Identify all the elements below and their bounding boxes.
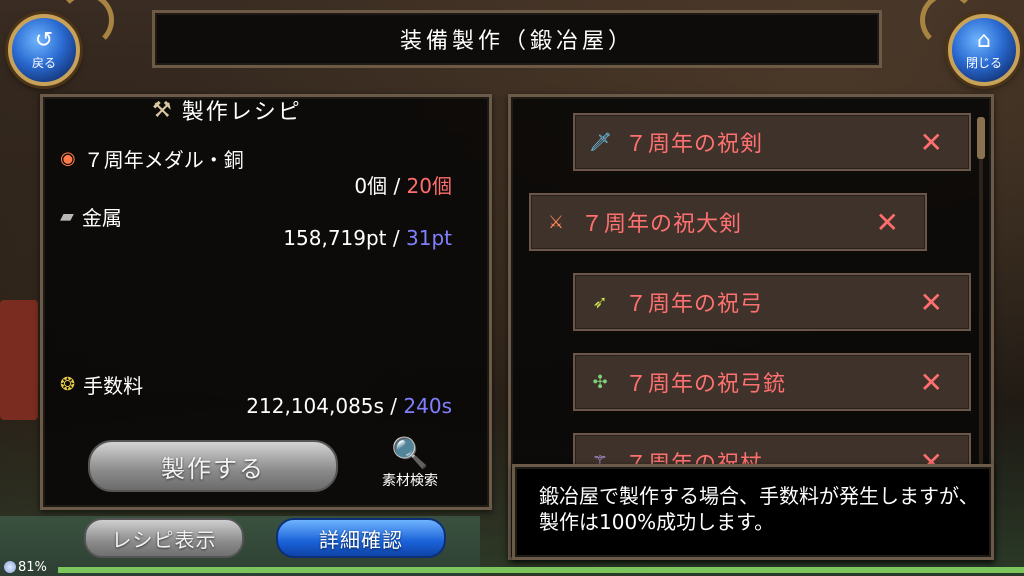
item-name: ７周年の祝弓銃 bbox=[625, 372, 787, 397]
progress-fill bbox=[58, 567, 1024, 573]
item-name: ７周年の祝大剣 bbox=[581, 212, 743, 237]
message-text: 鍛冶屋で製作する場合、手数料が発生しますが、製作は100%成功します。 bbox=[539, 484, 979, 534]
material-quantity: 0個 / 20個 bbox=[0, 170, 452, 199]
coins-icon: ❂ bbox=[60, 374, 76, 395]
separator: / bbox=[390, 394, 398, 418]
recipe-book-icon: ⚒ bbox=[152, 97, 174, 123]
progress-bar bbox=[58, 567, 1024, 573]
recipe-view-label: レシピ表示 bbox=[111, 527, 217, 552]
required-value: 31pt bbox=[406, 226, 452, 250]
close-button-label: 閉じる bbox=[965, 55, 1002, 70]
material-quantity: 158,719pt / 31pt bbox=[0, 226, 452, 250]
close-button[interactable]: ⌂ 閉じる bbox=[948, 14, 1020, 86]
recipe-heading: 製作レシピ bbox=[181, 100, 302, 125]
back-button[interactable]: ↺ 戻る bbox=[8, 14, 80, 86]
required-value: 240s bbox=[403, 394, 452, 418]
unavailable-mark: ✕ bbox=[875, 205, 899, 239]
home-icon: ⌂ bbox=[977, 27, 991, 53]
list-item[interactable]: ⚔ ７周年の祝大剣 ✕ bbox=[529, 193, 927, 251]
message-panel: 鍛冶屋で製作する場合、手数料が発生しますが、製作は100%成功します。 bbox=[512, 464, 994, 560]
battery-level: 81% bbox=[18, 559, 47, 575]
sword-icon: 🗡 bbox=[589, 131, 612, 153]
recipe-view-button[interactable]: レシピ表示 bbox=[84, 518, 244, 558]
unavailable-mark: ✕ bbox=[919, 365, 943, 399]
recipe-header: ⚒ 製作レシピ bbox=[152, 94, 302, 126]
make-button[interactable]: 製作する bbox=[88, 440, 338, 492]
owned-value: 0個 bbox=[354, 174, 388, 198]
details-button[interactable]: 詳細確認 bbox=[276, 518, 446, 558]
details-label: 詳細確認 bbox=[319, 527, 403, 552]
item-name: ７周年の祝弓 bbox=[625, 292, 764, 317]
battery-icon bbox=[4, 561, 16, 573]
magnifier-icon: 🔍 bbox=[391, 436, 429, 471]
bow-icon: ➶ bbox=[592, 291, 608, 313]
back-button-label: 戻る bbox=[31, 55, 56, 70]
back-arrow-icon: ↺ bbox=[34, 27, 54, 53]
medal-icon: ◉ bbox=[60, 148, 76, 169]
list-item[interactable]: 🗡 ７周年の祝剣 ✕ bbox=[573, 113, 971, 171]
make-button-label: 製作する bbox=[161, 454, 265, 483]
scrollbar-thumb[interactable] bbox=[977, 117, 985, 159]
material-name: ７周年メダル・銅 bbox=[83, 148, 244, 172]
separator: / bbox=[393, 174, 401, 198]
list-item[interactable]: ✣ ７周年の祝弓銃 ✕ bbox=[573, 353, 971, 411]
owned-value: 158,719pt bbox=[283, 226, 387, 250]
required-value: 20個 bbox=[406, 174, 452, 198]
list-item[interactable]: ➶ ７周年の祝弓 ✕ bbox=[573, 273, 971, 331]
status-indicator: 81% bbox=[0, 558, 47, 576]
separator: / bbox=[392, 226, 400, 250]
material-row: ◉ ７周年メダル・銅 bbox=[60, 144, 244, 173]
crossbow-icon: ✣ bbox=[592, 371, 608, 393]
material-search-button[interactable]: 🔍 素材検索 bbox=[372, 438, 448, 496]
fee-quantity: 212,104,085s / 240s bbox=[0, 394, 452, 418]
unavailable-mark: ✕ bbox=[919, 285, 943, 319]
metal-ingot-icon: ▰ bbox=[60, 206, 74, 227]
item-name: ７周年の祝剣 bbox=[625, 132, 764, 157]
title-bar: 装備製作（鍛冶屋） bbox=[152, 10, 882, 68]
page-title: 装備製作（鍛冶屋） bbox=[399, 29, 634, 54]
material-search-label: 素材検索 bbox=[382, 473, 438, 489]
owned-value: 212,104,085s bbox=[246, 394, 384, 418]
unavailable-mark: ✕ bbox=[919, 125, 943, 159]
greatsword-icon: ⚔ bbox=[547, 211, 565, 233]
